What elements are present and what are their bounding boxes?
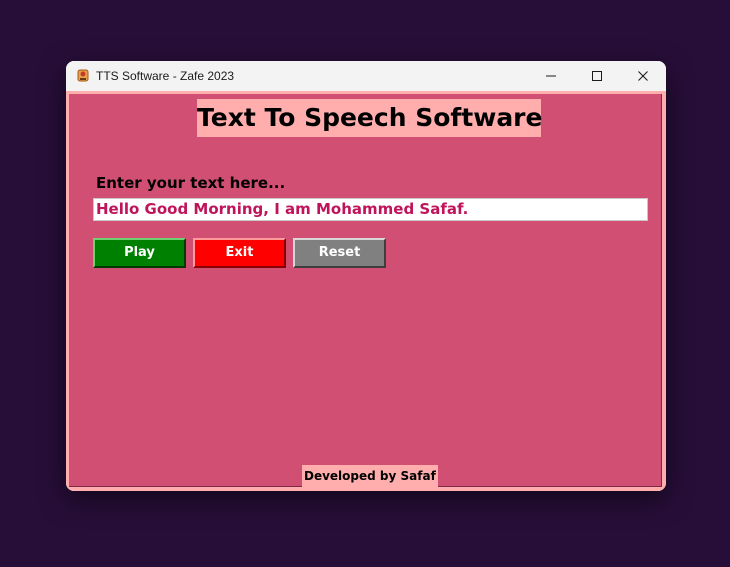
app-window: TTS Software - Zafe 2023 Text To Speech …: [66, 61, 666, 491]
maximize-icon: [591, 67, 603, 86]
minimize-icon: [545, 67, 557, 86]
exit-button[interactable]: Exit: [193, 238, 286, 268]
close-button[interactable]: [620, 61, 666, 91]
play-button[interactable]: Play: [93, 238, 186, 268]
page-title: Text To Speech Software: [197, 99, 542, 137]
close-icon: [637, 67, 649, 86]
text-input-field[interactable]: Hello Good Morning, I am Mohammed Safaf.: [93, 198, 648, 221]
title-bar[interactable]: TTS Software - Zafe 2023: [66, 61, 666, 91]
client-border: Text To Speech Software Enter your text …: [66, 91, 666, 491]
reset-button[interactable]: Reset: [293, 238, 386, 268]
window-title: TTS Software - Zafe 2023: [96, 69, 235, 83]
desktop-background: TTS Software - Zafe 2023 Text To Speech …: [0, 0, 730, 567]
minimize-button[interactable]: [528, 61, 574, 91]
client-area: Text To Speech Software Enter your text …: [69, 94, 662, 487]
text-input-label: Enter your text here...: [96, 174, 286, 192]
developer-credit: Developed by Safaf: [302, 465, 438, 487]
speaker-app-icon: [76, 68, 90, 83]
maximize-button[interactable]: [574, 61, 620, 91]
